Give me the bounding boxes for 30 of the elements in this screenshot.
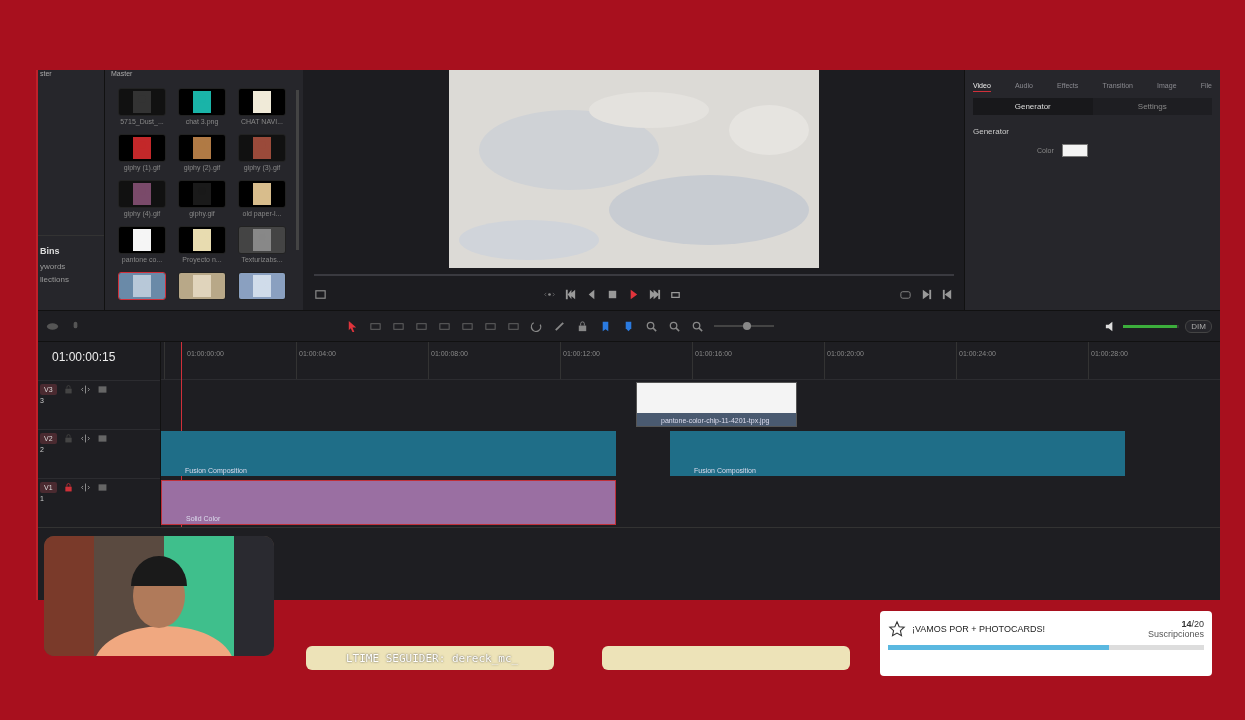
- subtab[interactable]: Generator: [973, 98, 1093, 115]
- auto-select-icon[interactable]: [79, 433, 91, 444]
- subtab[interactable]: Settings: [1092, 98, 1212, 115]
- timecode: 01:00:00:15: [51, 349, 117, 366]
- monitor-icon[interactable]: [96, 384, 108, 395]
- lock-icon[interactable]: [62, 482, 74, 493]
- zoom-icon[interactable]: [645, 319, 658, 333]
- monitor-icon[interactable]: [96, 482, 108, 493]
- section-title: Generator: [973, 127, 1011, 136]
- crop-icon[interactable]: [313, 287, 327, 301]
- auto-select-icon[interactable]: [79, 482, 91, 493]
- monitor-icon[interactable]: [96, 433, 108, 444]
- color-swatch[interactable]: [1061, 144, 1088, 157]
- zoom-icon[interactable]: [691, 319, 704, 333]
- skip-start-icon[interactable]: [564, 287, 577, 301]
- sidebar-item[interactable]: ywords: [38, 260, 104, 273]
- goal-title: ¡VAMOS POR + PHOTOCARDS!: [912, 624, 1046, 634]
- star-icon: [888, 620, 906, 638]
- zoom-icon[interactable]: [668, 319, 681, 333]
- bins-heading: Bins: [39, 245, 61, 258]
- auto-select-icon[interactable]: [79, 384, 91, 395]
- sidebar-item[interactable]: llections: [38, 273, 104, 286]
- goal-label: Suscripciones: [1147, 629, 1204, 639]
- zoom-slider-thumb[interactable]: [743, 322, 751, 330]
- lock-icon[interactable]: [576, 319, 589, 333]
- dim-button[interactable]: DIM: [1185, 319, 1212, 333]
- follower-banner: LTIME SEGUIDER: dereck_mc_: [306, 646, 554, 670]
- skip-end-icon[interactable]: [648, 287, 661, 301]
- previous-frame-icon[interactable]: [940, 287, 954, 301]
- goal-count: 14/20: [1181, 619, 1204, 629]
